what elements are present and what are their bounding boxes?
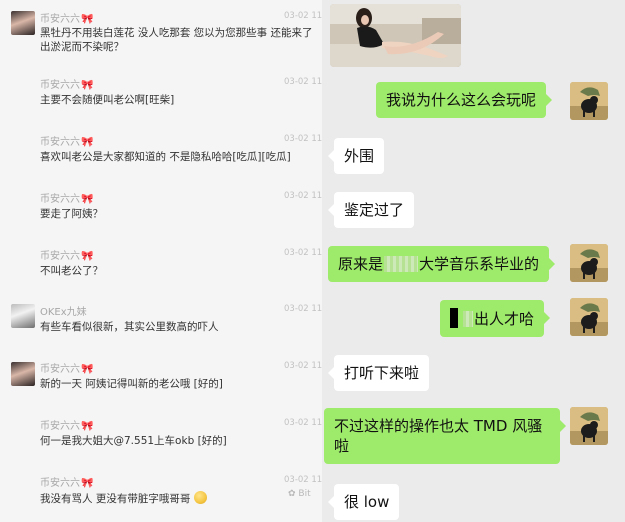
- avatar[interactable]: [570, 82, 608, 120]
- sender-name-text: 币安六六: [40, 421, 80, 432]
- sender-name[interactable]: 币安六六🎀: [40, 360, 93, 375]
- avatar[interactable]: [570, 298, 608, 336]
- pink-bow-icon: 🎀: [81, 478, 94, 489]
- sender-name-text: 币安六六: [40, 478, 80, 489]
- redacted-text: [384, 256, 419, 272]
- received-message-bubble[interactable]: 外围: [327, 138, 385, 174]
- message-text: 原来是: [338, 255, 384, 273]
- pink-bow-icon: 🎀: [81, 421, 94, 432]
- dog-avatar-icon: [570, 82, 608, 120]
- avatar[interactable]: [11, 362, 35, 386]
- message-text-content: 我没有骂人 更没有带脏字哦哥哥: [40, 493, 191, 505]
- message-time: 03-02 11:: [284, 248, 322, 258]
- avatar[interactable]: [11, 304, 35, 328]
- message-time: 03-02 11:: [284, 11, 322, 21]
- group-chat-panel: 币安六六🎀 03-02 11: 黑牡丹不用装白莲花 没人吃那套 您以为您那些事 …: [0, 0, 322, 522]
- message-text: 我没有骂人 更没有带脏字哦哥哥: [40, 491, 316, 506]
- message-text: 主要不会随便叫老公啊[旺柴]: [40, 94, 175, 106]
- dog-avatar-icon: [570, 407, 608, 445]
- sender-name-text: 币安六六: [40, 251, 80, 262]
- message-text: 何一是我大姐大@7.551上车okb [好的]: [40, 435, 227, 447]
- message-text: 新的一天 阿姨记得叫新的老公哦 [好的]: [40, 378, 223, 390]
- sender-name-text: 币安六六: [40, 137, 80, 148]
- sender-name[interactable]: 币安六六🎀: [40, 10, 93, 25]
- sender-name[interactable]: 币安六六🎀: [40, 474, 93, 489]
- message-text: 要走了阿姨？: [40, 208, 103, 220]
- sender-name-text: 币安六六: [40, 364, 80, 375]
- redacted-mark: [450, 308, 458, 328]
- sent-message-bubble[interactable]: 不过这样的操作也太 TMD 风骚啦: [324, 408, 566, 464]
- sender-name[interactable]: 币安六六🎀: [40, 417, 93, 432]
- message-text: 不叫老公了？: [40, 265, 103, 277]
- message-text: 有些车看似很新，其实公里数高的吓人: [40, 321, 219, 333]
- sender-name-text: 币安六六: [40, 80, 80, 91]
- message-text: 大学音乐系毕业的: [419, 255, 540, 273]
- sender-name[interactable]: OKEx九妹: [40, 303, 87, 318]
- private-chat-panel: 我说为什么这么会玩呢 外围 鉴定过了 原来是 大学音乐系毕业的 出人才哈 打听下…: [322, 0, 625, 522]
- received-message-bubble[interactable]: 鉴定过了: [327, 192, 415, 228]
- sender-name-text: 币安六六: [40, 14, 80, 25]
- message-time: 03-02 11:: [284, 304, 322, 314]
- sender-name[interactable]: 币安六六🎀: [40, 76, 93, 91]
- pink-bow-icon: 🎀: [81, 251, 94, 262]
- message-time: 03-02 11:: [284, 361, 322, 371]
- avatar[interactable]: [11, 11, 35, 35]
- message-time: 03-02 11:: [284, 77, 322, 87]
- sent-message-bubble[interactable]: 出人才哈: [440, 300, 551, 337]
- message-time: 03-02 11:: [284, 134, 322, 144]
- message-time: 03-02 11:: [284, 418, 322, 428]
- sent-message-bubble[interactable]: 原来是 大学音乐系毕业的: [328, 246, 556, 282]
- dog-avatar-icon: [570, 298, 608, 336]
- pink-bow-icon: 🎀: [81, 194, 94, 205]
- sender-name[interactable]: 币安六六🎀: [40, 133, 93, 148]
- dog-avatar-icon: [570, 244, 608, 282]
- pink-bow-icon: 🎀: [81, 137, 94, 148]
- photo-image: [330, 4, 461, 67]
- redacted-text: [463, 311, 473, 327]
- sender-name-text: 币安六六: [40, 194, 80, 205]
- sender-name[interactable]: 币安六六🎀: [40, 247, 93, 262]
- avatar[interactable]: [570, 407, 608, 445]
- message-text: 出人才哈: [474, 310, 535, 328]
- avatar[interactable]: [570, 244, 608, 282]
- watermark-text: Bit: [298, 489, 311, 499]
- smiling-face-icon: [194, 491, 208, 504]
- pink-bow-icon: 🎀: [81, 80, 94, 91]
- pink-bow-icon: 🎀: [81, 364, 94, 375]
- sent-message-bubble[interactable]: 我说为什么这么会玩呢: [376, 82, 553, 118]
- sender-name[interactable]: 币安六六🎀: [40, 190, 93, 205]
- received-message-bubble[interactable]: 打听下来啦: [327, 355, 430, 391]
- watermark: ✿ Bit: [288, 489, 311, 499]
- pink-bow-icon: 🎀: [81, 14, 94, 25]
- message-time: 03-02 11:: [284, 191, 322, 201]
- message-time: 03-02 11:: [284, 475, 322, 485]
- photo-message[interactable]: [330, 4, 461, 67]
- message-text: 喜欢叫老公是大家都知道的 不是隐私哈哈[吃瓜][吃瓜]: [40, 151, 291, 163]
- message-text: 黑牡丹不用装白莲花 没人吃那套 您以为您那些事 还能来了出淤泥而不染呢？: [40, 27, 313, 53]
- received-message-bubble[interactable]: 很 low: [327, 484, 400, 520]
